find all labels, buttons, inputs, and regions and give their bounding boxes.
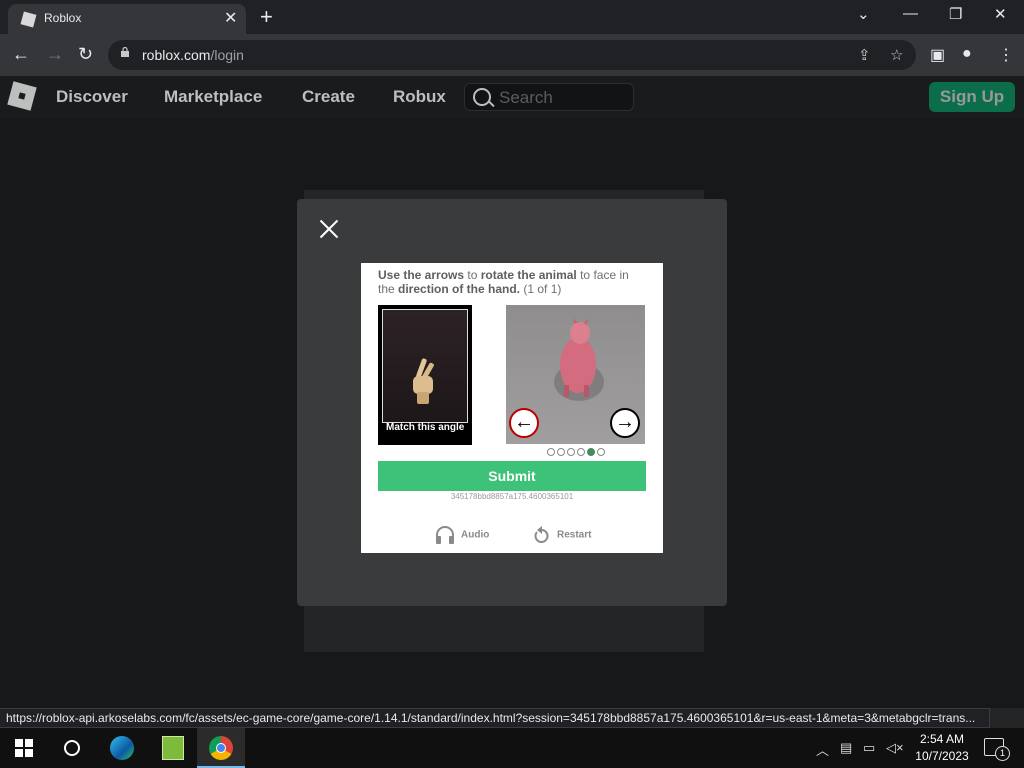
address-bar[interactable]: roblox.com/login ⇪ ☆ bbox=[108, 40, 916, 70]
headphones-icon bbox=[436, 526, 454, 544]
nav-create[interactable]: Create bbox=[302, 87, 355, 107]
audio-label: Audio bbox=[461, 529, 490, 541]
notepad-icon bbox=[162, 736, 184, 760]
taskbar-clock[interactable]: 2:54 AM 10/7/2023 bbox=[910, 731, 974, 765]
tray-app-icon[interactable]: ▤ bbox=[840, 740, 852, 756]
volume-muted-icon[interactable]: ◁× bbox=[886, 740, 904, 756]
tray-chevron-icon[interactable]: ︿ bbox=[816, 740, 829, 759]
roblox-header: Discover Marketplace Create Robux Search… bbox=[0, 76, 1024, 118]
forward-icon[interactable]: → bbox=[46, 44, 64, 65]
link-status-bubble: https://roblox-api.arkoselabs.com/fc/ass… bbox=[0, 708, 990, 728]
progress-dot bbox=[547, 448, 555, 456]
progress-dot bbox=[597, 448, 605, 456]
roblox-logo-icon[interactable] bbox=[7, 81, 37, 111]
windows-logo-icon bbox=[15, 739, 33, 757]
new-tab-icon[interactable]: + bbox=[260, 4, 273, 30]
session-id: 345178bbd8857a175.4600365101 bbox=[450, 492, 574, 501]
browser-tab[interactable]: Roblox ✕ bbox=[8, 4, 246, 34]
chrome-icon bbox=[209, 736, 233, 760]
progress-dot bbox=[567, 448, 575, 456]
modal-close-icon[interactable] bbox=[319, 219, 339, 239]
search-placeholder: Search bbox=[499, 88, 553, 107]
cortana-circle-icon bbox=[64, 740, 80, 756]
browser-tab-strip: Roblox ✕ + ⌄ — ❐ ✕ bbox=[0, 0, 1024, 34]
bookmark-star-icon[interactable]: ☆ bbox=[890, 46, 903, 64]
roblox-favicon-icon bbox=[20, 11, 37, 28]
search-icon bbox=[473, 88, 491, 106]
clock-time: 2:54 AM bbox=[919, 732, 965, 746]
windows-taskbar: ︿ ▤ ▭ ◁× 2:54 AM 10/7/2023 1 bbox=[0, 728, 1024, 768]
restart-button[interactable]: Restart bbox=[533, 526, 591, 544]
nav-robux[interactable]: Robux bbox=[393, 87, 446, 107]
browser-toolbar: ← → ↻ roblox.com/login ⇪ ☆ ▣ ● ⋮ bbox=[0, 34, 1024, 76]
tab-title: Roblox bbox=[44, 11, 82, 25]
clock-date: 10/7/2023 bbox=[915, 749, 969, 763]
profile-icon[interactable]: ● bbox=[962, 45, 972, 63]
progress-dot bbox=[557, 448, 565, 456]
window-close-icon[interactable]: ✕ bbox=[994, 5, 1007, 23]
progress-dots bbox=[547, 448, 607, 456]
rotate-right-button[interactable]: → bbox=[610, 408, 640, 438]
pig-icon bbox=[560, 319, 596, 397]
reference-image-frame bbox=[382, 309, 468, 423]
audio-button[interactable]: Audio bbox=[435, 526, 489, 544]
rotatable-animal-image: ← → bbox=[506, 305, 645, 444]
reference-hand-image: Match this angle bbox=[378, 305, 472, 445]
network-icon[interactable]: ▭ bbox=[863, 740, 875, 756]
share-icon[interactable]: ⇪ bbox=[858, 46, 871, 64]
nav-marketplace[interactable]: Marketplace bbox=[164, 87, 262, 107]
nav-discover[interactable]: Discover bbox=[56, 87, 128, 107]
taskbar-notepad[interactable] bbox=[148, 728, 196, 768]
captcha-frame: Use the arrows to rotate the animal to f… bbox=[361, 263, 663, 553]
start-button[interactable] bbox=[0, 728, 48, 768]
lock-icon bbox=[121, 47, 129, 57]
cortana-button[interactable] bbox=[48, 728, 96, 768]
url-text: roblox.com/login bbox=[142, 47, 244, 63]
match-angle-label: Match this angle bbox=[386, 422, 465, 433]
taskbar-chrome[interactable] bbox=[197, 728, 245, 768]
signup-button[interactable]: Sign Up bbox=[929, 82, 1015, 112]
progress-dot bbox=[577, 448, 585, 456]
tab-close-icon[interactable]: ✕ bbox=[224, 8, 237, 28]
search-input[interactable]: Search bbox=[464, 83, 634, 111]
rotate-left-button[interactable]: ← bbox=[509, 408, 539, 438]
restart-label: Restart bbox=[557, 529, 592, 541]
captcha-modal: Use the arrows to rotate the animal to f… bbox=[297, 199, 727, 606]
minimize-icon[interactable]: — bbox=[903, 5, 918, 22]
reload-icon[interactable]: ↻ bbox=[78, 44, 93, 65]
tab-search-chevron-icon[interactable]: ⌄ bbox=[857, 5, 870, 23]
restart-icon bbox=[534, 526, 549, 543]
pointing-hand-icon bbox=[413, 358, 434, 404]
progress-dot bbox=[587, 448, 595, 456]
captcha-instructions: Use the arrows to rotate the animal to f… bbox=[378, 268, 629, 296]
submit-button[interactable]: Submit bbox=[378, 461, 646, 491]
side-panel-icon[interactable]: ▣ bbox=[930, 45, 945, 65]
restore-icon[interactable]: ❐ bbox=[949, 5, 962, 23]
back-icon[interactable]: ← bbox=[12, 44, 30, 65]
menu-kebab-icon[interactable]: ⋮ bbox=[998, 45, 1014, 65]
notification-count-badge: 1 bbox=[995, 746, 1010, 761]
taskbar-edge[interactable] bbox=[98, 728, 146, 768]
edge-icon bbox=[110, 736, 134, 760]
